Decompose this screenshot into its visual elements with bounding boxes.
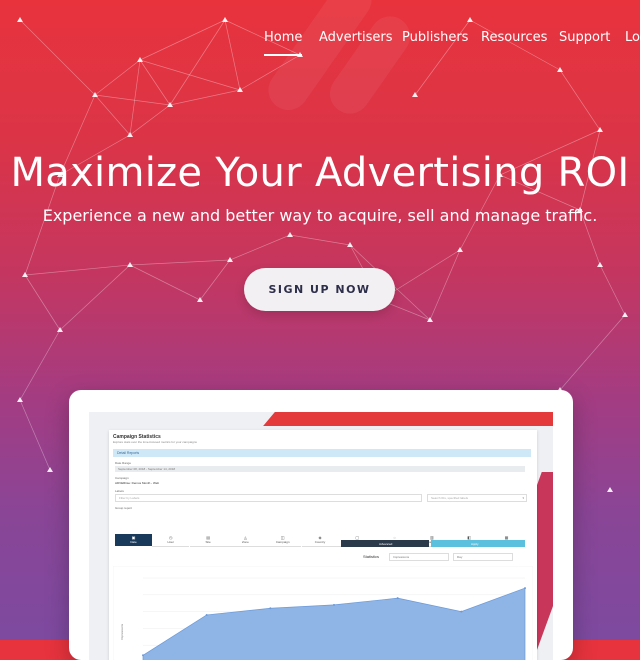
data-point <box>205 613 208 616</box>
network-line <box>559 314 626 391</box>
network-line <box>139 59 171 106</box>
apply-button[interactable]: Apply <box>431 540 525 547</box>
chart-ylabel: Impressions <box>120 623 124 640</box>
tab-hour[interactable]: ◷ Hour <box>152 534 190 547</box>
campaign-value: ADVERtise: Demos Month - Web <box>115 481 160 485</box>
statistics-label: Statistics <box>363 554 380 559</box>
laptop-mockup: Campaign Statistics Explore stats over t… <box>69 390 573 660</box>
group-report-label: Group report <box>115 506 133 510</box>
metric-select[interactable]: Impressions <box>389 553 449 561</box>
network-node <box>597 127 603 132</box>
nav-login[interactable]: Log <box>625 30 640 45</box>
network-node <box>137 57 143 62</box>
network-line <box>129 59 141 136</box>
tab-country[interactable]: ◈ Country <box>301 534 339 547</box>
detail-reports-header[interactable]: Detail Reports <box>113 449 531 457</box>
network-node <box>597 262 603 267</box>
data-point <box>269 607 272 610</box>
sign-up-button[interactable]: SIGN UP NOW <box>244 268 395 311</box>
tab-label: Zone <box>241 540 249 544</box>
dashboard-screen: Campaign Statistics Explore stats over t… <box>89 412 553 660</box>
panel-subtitle: Explore stats over the time-focused metr… <box>113 440 197 444</box>
network-node <box>287 232 293 237</box>
data-point <box>396 597 399 600</box>
network-node <box>457 247 463 252</box>
campaign-label: Campaign <box>115 476 129 480</box>
advanced-label: Advanced <box>379 541 393 546</box>
advanced-button[interactable]: Advanced <box>341 540 429 547</box>
network-node <box>17 397 23 402</box>
nav-resources[interactable]: Resources <box>481 30 547 45</box>
network-node <box>127 262 133 267</box>
impressions-chart: Impressions <box>113 566 533 660</box>
network-line <box>94 94 171 106</box>
statistics-panel: Campaign Statistics Explore stats over t… <box>109 430 537 660</box>
search-placeholder: Search IDs, specified labels <box>431 496 469 500</box>
network-line <box>289 234 351 246</box>
data-point <box>142 654 144 657</box>
date-range-field[interactable]: September 08, 2018 - September 14, 2018 <box>115 466 525 472</box>
nav-support[interactable]: Support <box>559 30 610 45</box>
network-line <box>129 259 231 266</box>
network-line <box>169 89 241 106</box>
labels-placeholder: Filter by Labels <box>119 496 140 500</box>
nav-publishers[interactable]: Publishers <box>402 30 468 45</box>
network-line <box>139 59 241 91</box>
network-node <box>557 67 563 72</box>
decorative-stripe <box>263 412 553 426</box>
data-point <box>333 603 335 606</box>
network-line <box>599 264 626 316</box>
network-node <box>17 17 23 22</box>
tab-label: Site <box>205 540 211 544</box>
metric-select-value: Impressions <box>393 555 410 559</box>
tab-label: Country <box>314 540 326 544</box>
network-node <box>467 17 473 22</box>
network-line <box>129 104 171 136</box>
network-line <box>129 264 201 301</box>
network-node <box>622 312 628 317</box>
network-line <box>429 249 461 321</box>
hero-subtitle: Experience a new and better way to acqui… <box>42 206 598 225</box>
labels-label: Labels <box>115 489 124 493</box>
tab-label: Date <box>130 540 137 544</box>
tab-date[interactable]: ▣ Date <box>115 534 152 546</box>
apply-label: Apply <box>471 541 479 546</box>
tab-label: Campaign <box>275 540 290 544</box>
date-range-label: Date Range <box>115 461 132 465</box>
section-label: Detail Reports <box>117 451 140 455</box>
search-ids-select[interactable]: Search IDs, specified labels ▾ <box>427 494 527 502</box>
network-node <box>412 92 418 97</box>
labels-filter-input[interactable]: Filter by Labels <box>115 494 422 502</box>
network-node <box>222 17 228 22</box>
tab-campaign[interactable]: ◫ Campaign <box>264 534 302 547</box>
period-select-value: Day <box>457 555 463 559</box>
network-line <box>224 19 241 91</box>
network-line <box>229 234 291 261</box>
network-line <box>94 94 131 136</box>
network-node <box>607 487 613 492</box>
tab-label: Hour <box>167 540 175 544</box>
network-line <box>19 19 96 96</box>
network-line <box>199 259 231 301</box>
tab-site[interactable]: ▤ Site <box>189 534 227 547</box>
data-point <box>460 610 463 613</box>
network-line <box>94 59 141 96</box>
network-line <box>19 399 51 471</box>
nav-advertisers[interactable]: Advertisers <box>319 30 393 45</box>
network-line <box>19 329 61 401</box>
network-line <box>24 264 131 276</box>
period-select[interactable]: Day <box>453 553 513 561</box>
date-range-value: September 08, 2018 - September 14, 2018 <box>118 467 176 471</box>
top-nav: Home Advertisers Publishers Resources Su… <box>264 30 640 56</box>
tab-zone[interactable]: ◬ Zone <box>226 534 264 547</box>
hero-title: Maximize Your Advertising ROI <box>10 150 630 196</box>
chevron-down-icon: ▾ <box>522 496 524 500</box>
network-line <box>559 69 601 131</box>
network-line <box>24 274 61 331</box>
data-point <box>524 587 526 590</box>
nav-home[interactable]: Home <box>264 30 303 56</box>
network-node <box>47 467 53 472</box>
network-line <box>59 264 131 331</box>
